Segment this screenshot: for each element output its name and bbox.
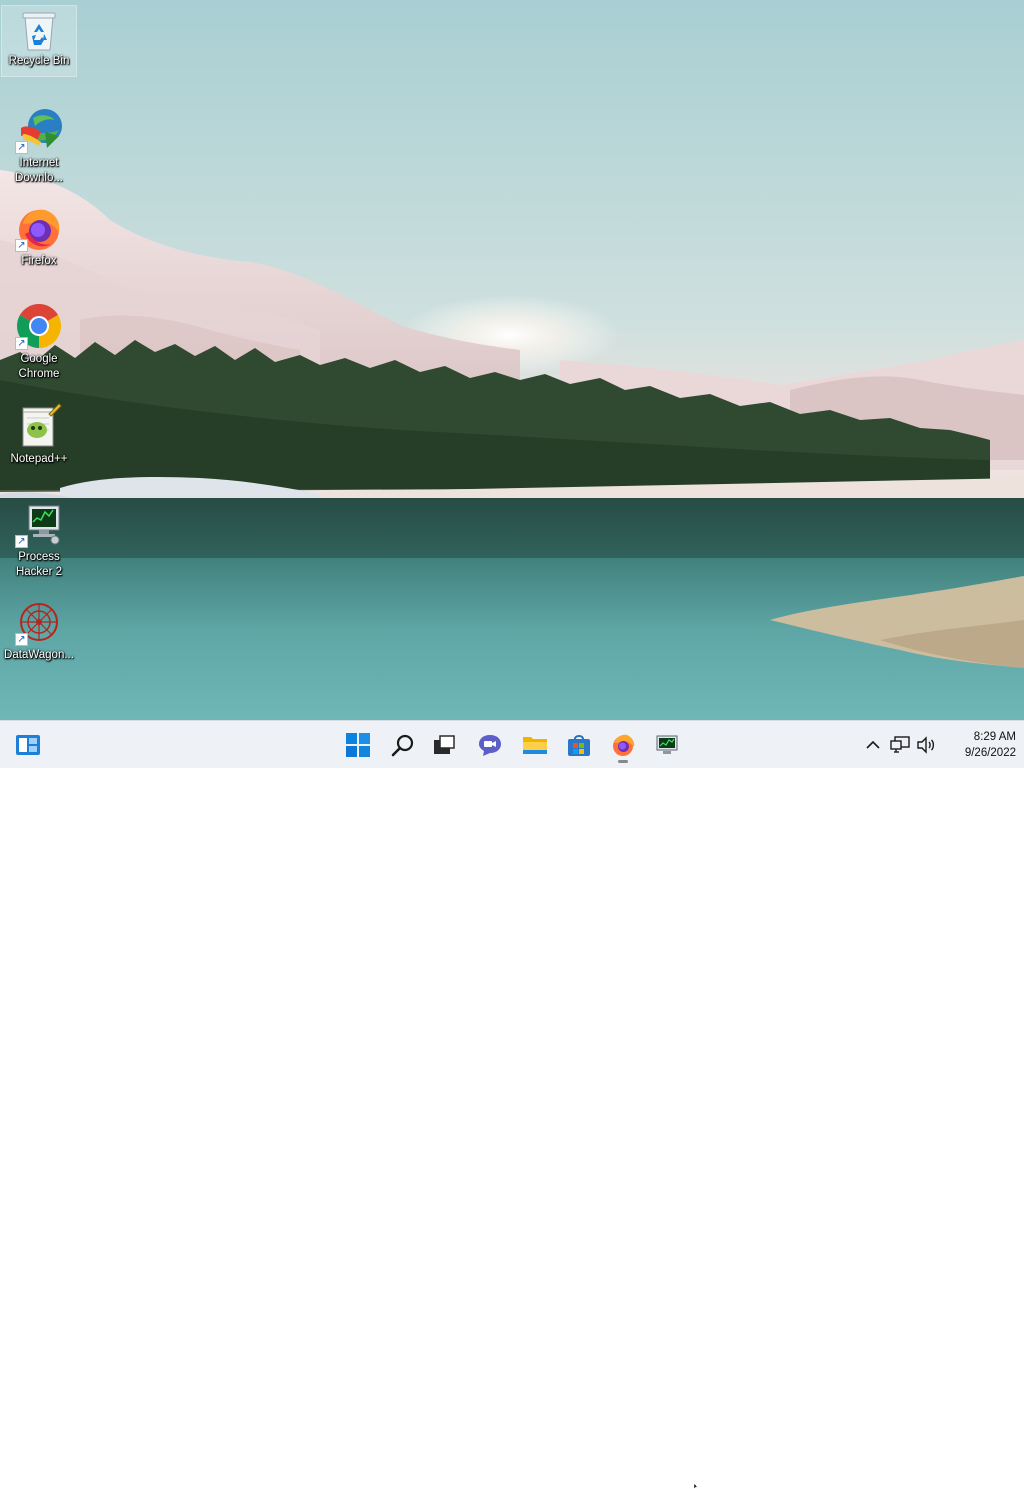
file-explorer-button[interactable]	[517, 727, 553, 763]
widgets-button[interactable]	[10, 727, 46, 763]
windows-start-icon	[346, 733, 370, 757]
clock-date: 9/26/2022	[964, 747, 1016, 759]
notepad-plus-plus-icon	[15, 402, 63, 450]
volume-button[interactable]	[914, 733, 938, 757]
chevron-up-icon	[866, 740, 880, 749]
teams-chat-icon	[479, 735, 501, 756]
start-button[interactable]	[340, 727, 376, 763]
desktop-icon-label: Process Hacker 2	[15, 551, 63, 578]
running-indicator	[618, 760, 628, 763]
clock[interactable]: 8:29 AM 9/26/2022	[940, 727, 1016, 763]
recycle-bin-icon	[19, 10, 59, 52]
shortcut-arrow-icon: ↗	[15, 337, 28, 350]
desktop-icon-label: Firefox	[21, 255, 57, 267]
network-icon	[890, 736, 910, 753]
desktop-icon-google-chrome[interactable]: ↗ Google Chrome	[2, 298, 76, 382]
desktop-icon-label: Google Chrome	[18, 353, 60, 380]
taskbar: 8:29 AM 9/26/2022	[0, 720, 1024, 1489]
chat-button[interactable]	[472, 727, 508, 763]
desktop-icon-label: Recycle Bin	[8, 55, 70, 67]
show-hidden-icons-button[interactable]	[862, 733, 884, 757]
process-hacker-taskbar-button[interactable]	[649, 727, 685, 763]
shortcut-arrow-icon: ↗	[15, 535, 28, 548]
task-view-icon	[434, 735, 455, 754]
search-button[interactable]	[385, 727, 421, 763]
desktop-wallpaper	[0, 0, 1024, 720]
process-hacker-icon	[656, 735, 678, 754]
desktop-icon-recycle-bin[interactable]: Recycle Bin	[1, 5, 77, 77]
desktop-icon-label: Internet Downlo...	[15, 157, 63, 184]
microsoft-store-icon	[568, 735, 590, 756]
firefox-icon: ↗	[15, 204, 63, 252]
file-explorer-icon	[523, 737, 547, 754]
search-icon	[391, 734, 414, 757]
internet-download-manager-icon: ↗	[15, 106, 63, 154]
desktop-icon-datawagon[interactable]: ↗ DataWagon...	[2, 594, 76, 663]
firefox-icon	[613, 734, 635, 756]
task-view-button[interactable]	[426, 727, 462, 763]
widgets-icon	[16, 735, 40, 755]
firefox-taskbar-button[interactable]	[605, 727, 641, 763]
chrome-icon: ↗	[15, 302, 63, 350]
shortcut-arrow-icon: ↗	[15, 633, 28, 646]
datawagon-icon: ↗	[15, 598, 63, 646]
shortcut-arrow-icon: ↗	[15, 239, 28, 252]
desktop[interactable]: Recycle Bin ↗ Internet Downlo... ↗ Firef…	[0, 0, 1024, 720]
desktop-icon-firefox[interactable]: ↗ Firefox	[2, 200, 76, 269]
desktop-icon-label: Notepad++	[10, 453, 68, 465]
microsoft-store-button[interactable]	[561, 727, 597, 763]
desktop-icon-label: DataWagon...	[4, 649, 74, 661]
desktop-icon-internet-download-manager[interactable]: ↗ Internet Downlo...	[2, 102, 76, 186]
mouse-cursor-icon	[694, 1483, 700, 1489]
volume-icon	[917, 736, 935, 754]
desktop-icon-process-hacker[interactable]: ↗ Process Hacker 2	[2, 496, 76, 580]
shortcut-arrow-icon: ↗	[15, 141, 28, 154]
process-hacker-icon: ↗	[15, 500, 63, 548]
network-button[interactable]	[888, 733, 912, 757]
clock-time: 8:29 AM	[973, 731, 1016, 743]
desktop-icon-notepad-plus-plus[interactable]: Notepad++	[2, 398, 76, 467]
